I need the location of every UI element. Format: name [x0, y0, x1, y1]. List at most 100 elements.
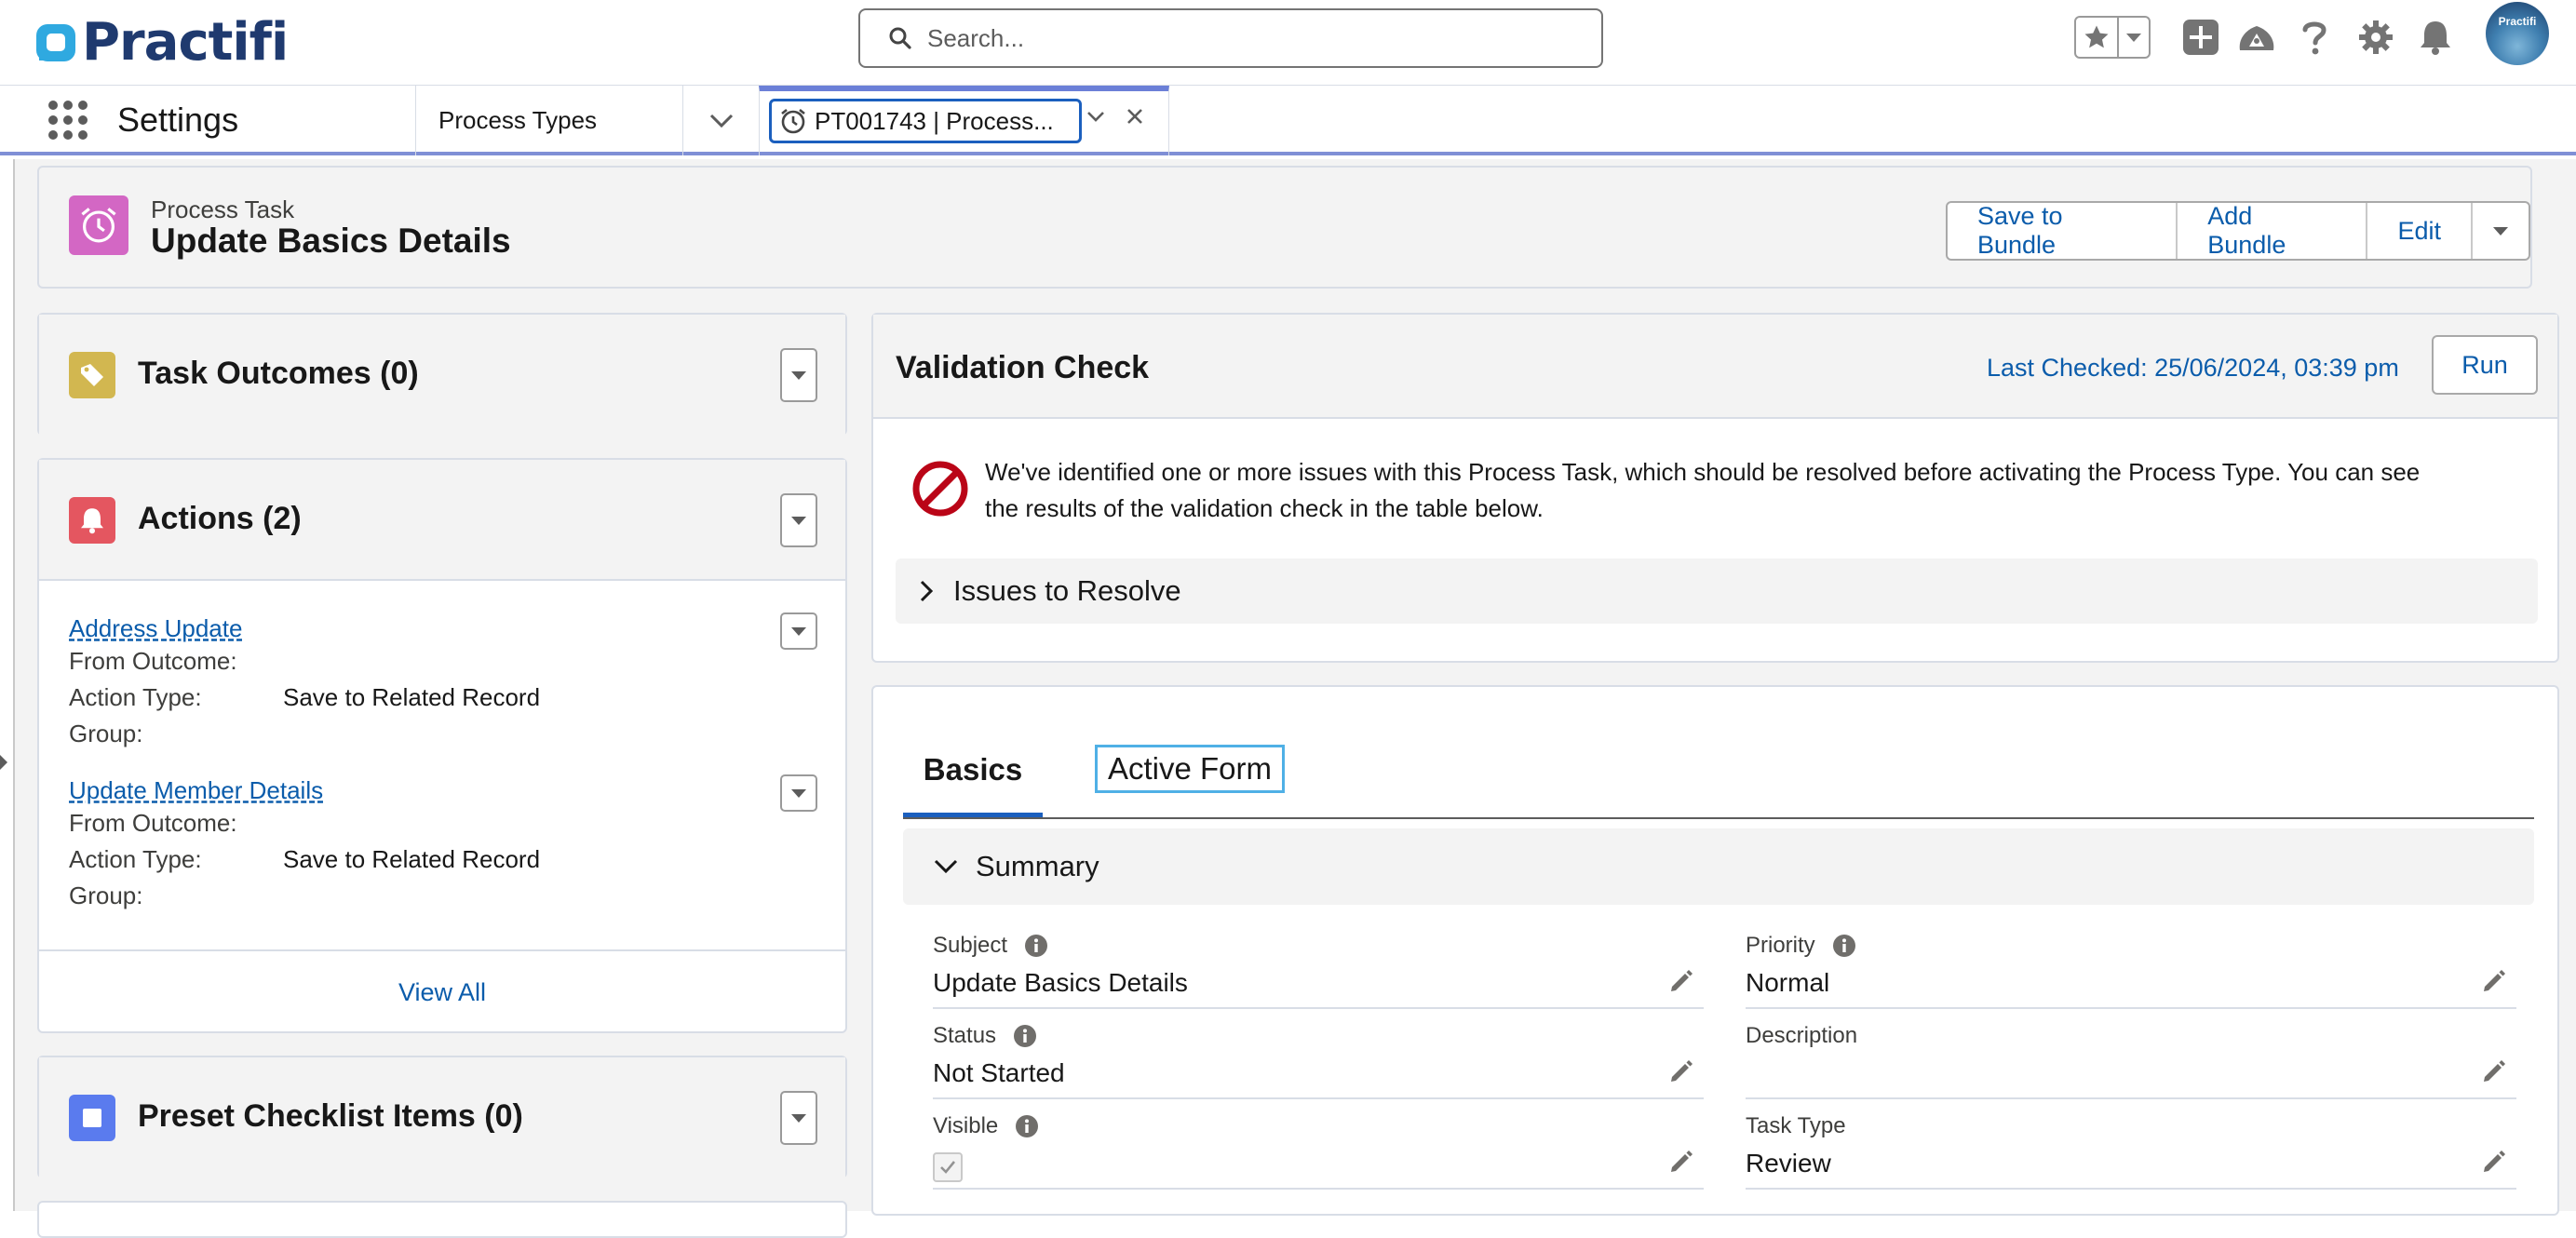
- record-details-card: Basics Active Form Summary Subject Updat…: [871, 685, 2559, 1216]
- from-outcome-label: From Outcome:: [69, 809, 237, 837]
- issues-to-resolve-toggle[interactable]: Issues to Resolve: [896, 558, 2538, 624]
- field-description: Description: [1746, 1010, 2516, 1099]
- pencil-icon[interactable]: [2481, 1149, 2507, 1175]
- from-outcome-row: From Outcome:: [69, 805, 814, 841]
- search-icon: [889, 27, 911, 49]
- validation-title: Validation Check: [896, 350, 1150, 385]
- help-icon[interactable]: [2292, 15, 2337, 60]
- chevron-right-icon: [920, 580, 934, 602]
- field-label: Visible: [933, 1113, 999, 1138]
- info-icon[interactable]: [1024, 934, 1048, 958]
- field-priority: Priority Normal: [1746, 920, 2516, 1009]
- summary-section-toggle[interactable]: Summary: [903, 828, 2534, 905]
- validation-header: Validation Check Last Checked: 25/06/202…: [873, 315, 2557, 419]
- chevron-down-icon: [791, 1113, 806, 1123]
- pencil-icon[interactable]: [1668, 968, 1694, 994]
- app-launcher-icon[interactable]: [45, 97, 91, 143]
- field-label: Status: [933, 1023, 997, 1048]
- task-outcomes-title: Task Outcomes (0): [138, 356, 419, 391]
- field-status: Status Not Started: [933, 1010, 1704, 1099]
- action-item: Update Member Details From Outcome: Acti…: [69, 776, 814, 914]
- expand-arrow-icon: [0, 755, 7, 770]
- tab-basics[interactable]: Basics: [903, 726, 1043, 817]
- info-icon[interactable]: [1013, 1024, 1037, 1048]
- actions-title: Actions (2): [138, 501, 302, 536]
- group-label: Group:: [69, 720, 143, 747]
- tab-menu-chevron-down-icon[interactable]: [1086, 106, 1106, 127]
- close-tab-icon[interactable]: [1125, 106, 1145, 127]
- tab-process-types[interactable]: Process Types: [416, 86, 683, 155]
- tab-label: Process Types: [438, 106, 598, 134]
- bell-icon: [69, 497, 115, 544]
- app-name: Settings: [117, 101, 239, 139]
- next-related-card: [37, 1201, 847, 1238]
- validation-message-line: We've identified one or more issues with…: [985, 458, 2421, 486]
- more-actions-chevron-down-icon[interactable]: [2471, 203, 2529, 259]
- chevron-down-icon: [791, 516, 806, 525]
- action-type-value: Save to Related Record: [283, 845, 541, 873]
- action-link-update-member-details[interactable]: Update Member Details: [69, 776, 814, 805]
- practifi-logo-icon: [36, 24, 75, 61]
- favorites-button[interactable]: [2074, 16, 2151, 59]
- global-actions-plus-icon[interactable]: [2178, 15, 2223, 60]
- actions-card: Actions (2) Address Update From Outcome:…: [37, 458, 847, 1033]
- field-task-type: Task Type Review: [1746, 1100, 2516, 1190]
- search-placeholder: Search...: [927, 23, 1025, 52]
- alarm-clock-icon: [781, 108, 805, 134]
- validation-message: We've identified one or more issues with…: [985, 454, 2530, 527]
- avatar-text: Practifi: [2498, 15, 2537, 28]
- actions-header: Actions (2): [39, 460, 845, 581]
- pencil-icon[interactable]: [1668, 1058, 1694, 1084]
- run-button[interactable]: Run: [2432, 335, 2538, 395]
- star-icon[interactable]: [2076, 18, 2117, 57]
- actions-menu-button[interactable]: [780, 493, 817, 547]
- preset-checklist-menu-button[interactable]: [780, 1091, 817, 1145]
- search-input[interactable]: Search...: [858, 8, 1603, 68]
- group-label: Group:: [69, 881, 143, 909]
- info-icon[interactable]: [1015, 1114, 1039, 1138]
- action-item: Address Update From Outcome: Action Type…: [69, 614, 814, 752]
- edit-button[interactable]: Edit: [2366, 203, 2471, 259]
- field-value: Update Basics Details: [933, 968, 1188, 997]
- last-checked: Last Checked: 25/06/2024, 03:39 pm: [1987, 354, 2399, 382]
- save-to-bundle-button[interactable]: Save to Bundle: [1948, 203, 2176, 259]
- tab-process-task-record[interactable]: PT001743 | Process...: [759, 86, 1169, 155]
- tab-focus-box[interactable]: PT001743 | Process...: [769, 99, 1082, 143]
- from-outcome-row: From Outcome:: [69, 643, 814, 680]
- bell-icon[interactable]: [2413, 15, 2458, 60]
- action-item-menu-button[interactable]: [780, 774, 817, 812]
- tab-active-form[interactable]: Active Form: [1095, 745, 1285, 793]
- preset-checklist-header: Preset Checklist Items (0): [39, 1057, 845, 1178]
- info-icon[interactable]: [1832, 934, 1856, 958]
- record-type: Process Task: [151, 195, 295, 223]
- pencil-icon[interactable]: [1668, 1149, 1694, 1175]
- add-bundle-button[interactable]: Add Bundle: [2176, 203, 2366, 259]
- outcome-tag-icon: [69, 352, 115, 398]
- favorites-menu-chevron-icon[interactable]: [2117, 18, 2149, 57]
- preset-checklist-card: Preset Checklist Items (0): [37, 1056, 847, 1178]
- trailhead-icon[interactable]: [2234, 15, 2279, 60]
- field-label: Description: [1746, 1023, 1858, 1048]
- record-header: Process Task Update Basics Details Save …: [37, 166, 2532, 289]
- field-value: Normal: [1746, 968, 1830, 997]
- action-type-label: Action Type:: [69, 845, 202, 873]
- practifi-logo[interactable]: Practifi: [34, 9, 289, 76]
- tab-label: PT001743 | Process...: [815, 106, 1054, 135]
- utility-sidebar-handle[interactable]: [0, 159, 15, 1211]
- navigation-bar: Settings Process Types PT001743 | Proces…: [0, 86, 2576, 155]
- task-outcomes-menu-button[interactable]: [780, 348, 817, 402]
- chevron-down-icon: [934, 859, 958, 874]
- gear-icon[interactable]: [2353, 15, 2398, 60]
- nav-menu-chevron-down-icon[interactable]: [684, 86, 759, 155]
- chevron-down-icon: [791, 626, 806, 636]
- task-outcomes-header: Task Outcomes (0): [39, 315, 845, 436]
- chevron-down-icon: [791, 788, 806, 798]
- pencil-icon[interactable]: [2481, 968, 2507, 994]
- action-type-row: Action Type: Save to Related Record: [69, 841, 814, 878]
- view-all-link[interactable]: View All: [398, 978, 486, 1007]
- pencil-icon[interactable]: [2481, 1058, 2507, 1084]
- action-item-menu-button[interactable]: [780, 612, 817, 650]
- field-label: Task Type: [1746, 1113, 1846, 1138]
- action-link-address-update[interactable]: Address Update: [69, 614, 814, 643]
- avatar[interactable]: Practifi: [2486, 2, 2549, 65]
